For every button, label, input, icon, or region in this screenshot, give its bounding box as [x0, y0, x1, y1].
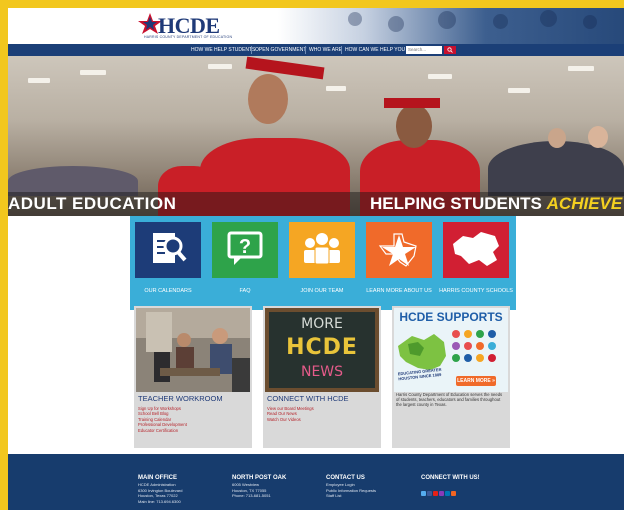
ceiling-light: [508, 88, 530, 93]
twitter-icon[interactable]: [421, 491, 426, 496]
question-bubble-icon: ?: [212, 222, 278, 278]
teacher-workroom-title[interactable]: TEACHER WORKROOM: [138, 394, 223, 403]
nav-how-can-we-help-you[interactable]: HOW CAN WE HELP YOU: [345, 44, 405, 56]
connect-with-hcde-card: MORE HCDE NEWS CONNECT WITH HCDE View ou…: [263, 306, 381, 448]
hcde-supports-infographic[interactable]: HCDE SUPPORTS EDUCATING GREATER HOUSTON …: [394, 308, 508, 392]
footer-main-office: MAIN OFFICE HCDE Administration 6300 Irv…: [138, 474, 182, 504]
ceiling-light: [28, 78, 50, 83]
connect-links: View our Board Meetings Read Our News Wa…: [267, 406, 314, 422]
footer-connect: CONNECT WITH US!: [421, 474, 480, 501]
rss-icon[interactable]: [451, 491, 456, 496]
footer-main-office-heading: MAIN OFFICE: [138, 475, 177, 481]
chalk-news: NEWS: [300, 364, 344, 380]
texas-star-icon: [366, 222, 432, 278]
search-icon: [447, 47, 453, 53]
footer-link-staff-list[interactable]: Staff List: [326, 493, 376, 499]
ceiling-light: [80, 70, 106, 75]
graduate-cap: [384, 98, 440, 108]
footer-north-post-oak-heading: NORTH POST OAK: [232, 475, 287, 481]
teacher-workroom-links: Sign Up for Workshops School Bell Blog T…: [138, 406, 187, 433]
quick-links-panel: OUR CALENDARS ? FAQ JOIN OUR TEAM LEARN …: [130, 216, 516, 310]
hcde-logo[interactable]: HCDE HARRIS COUNTY DEPARTMENT OF EDUCATI…: [136, 12, 236, 40]
audience: [488, 141, 624, 196]
chalk-more: MORE: [301, 316, 343, 332]
audience-person: [588, 126, 608, 148]
team-icon: [289, 222, 355, 278]
quick-link-calendars[interactable]: [135, 222, 201, 278]
hero-banner[interactable]: ADULT EDUCATION HELPING STUDENTS ACHIEVE: [8, 56, 624, 216]
teacher-workroom-photo[interactable]: [136, 308, 250, 392]
page: HCDE HARRIS COUNTY DEPARTMENT OF EDUCATI…: [8, 8, 624, 510]
county-map-icon: [443, 222, 509, 278]
ceiling-light: [568, 66, 594, 71]
footer-line: Phone: 713-681-5051: [232, 493, 271, 499]
nav-separator: [305, 46, 306, 54]
quick-link-join-our-team[interactable]: [289, 222, 355, 278]
footer-line: Main line: 713.694.6300: [138, 498, 181, 504]
quick-link-harris-county-schools[interactable]: [443, 222, 509, 278]
site-footer: MAIN OFFICE HCDE Administration 6300 Irv…: [8, 454, 624, 510]
nav-who-we-are[interactable]: WHO WE ARE: [309, 44, 342, 56]
quick-link-calendars-label[interactable]: OUR CALENDARS: [128, 288, 208, 295]
workroom-link-professional-development[interactable]: Professional Development: [138, 422, 187, 427]
chalk-hcde: HCDE: [286, 335, 358, 360]
svg-text:?: ?: [239, 236, 251, 258]
search-button[interactable]: [444, 46, 456, 54]
learn-more-button[interactable]: LEARN MORE »: [456, 376, 496, 386]
footer-contact-us: CONTACT US Employee Login Public Informa…: [326, 474, 376, 499]
calendar-search-icon: [135, 222, 201, 278]
hcde-supports-description: Harris County Department of Education se…: [396, 392, 503, 408]
youtube-icon[interactable]: [433, 491, 438, 496]
hero-helping-students-text: HELPING STUDENTS ACHIEVE: [370, 194, 622, 214]
nav-how-we-help-students[interactable]: HOW WE HELP STUDENTS: [191, 44, 255, 56]
hero-adult-education-text: ADULT EDUCATION: [8, 194, 177, 213]
workroom-link-certification[interactable]: Educator Certification: [138, 428, 187, 433]
chalkboard-image[interactable]: MORE HCDE NEWS: [265, 308, 379, 392]
nav-separator: [341, 46, 342, 54]
footer-contact-us-heading: CONTACT US: [326, 475, 365, 481]
nav-open-government[interactable]: OPEN GOVERNMENT: [255, 44, 306, 56]
quick-link-faq-label[interactable]: FAQ: [205, 288, 285, 295]
main-nav: HOW WE HELP STUDENTS OPEN GOVERNMENT WHO…: [8, 44, 624, 56]
hcde-supports-heading: HCDE SUPPORTS: [399, 310, 503, 324]
hero-right-text: HELPING STUDENTS: [370, 194, 542, 213]
ceiling-light: [208, 64, 232, 69]
hero-accent-text: ACHIEVE: [546, 194, 623, 213]
hcde-supports-card: HCDE SUPPORTS EDUCATING GREATER HOUSTON …: [392, 306, 510, 448]
logo-subtitle: HARRIS COUNTY DEPARTMENT OF EDUCATION: [144, 35, 233, 39]
quick-link-learn-more-label[interactable]: LEARN MORE ABOUT US: [359, 288, 439, 295]
footer-line: Houston, Texas 77022: [138, 493, 178, 499]
ceiling-light: [428, 74, 452, 79]
teacher-workroom-card: TEACHER WORKROOM Sign Up for Workshops S…: [134, 306, 252, 448]
ceiling-light: [326, 86, 346, 91]
nav-separator: [251, 46, 252, 54]
quick-link-learn-more[interactable]: [366, 222, 432, 278]
facebook-icon[interactable]: [427, 491, 432, 496]
social-icons: [421, 483, 480, 501]
instagram-icon[interactable]: [439, 491, 444, 496]
site-header: HCDE HARRIS COUNTY DEPARTMENT OF EDUCATI…: [8, 8, 624, 44]
quick-link-harris-county-schools-label[interactable]: HARRIS COUNTY SCHOOLS: [436, 288, 516, 295]
quick-link-join-our-team-label[interactable]: JOIN OUR TEAM: [282, 288, 362, 295]
graduate-cap: [245, 56, 325, 80]
connect-with-hcde-title[interactable]: CONNECT WITH HCDE: [267, 394, 349, 403]
audience-person: [548, 128, 566, 148]
header-photo-strip: [278, 8, 624, 44]
linkedin-icon[interactable]: [445, 491, 450, 496]
search-input[interactable]: [406, 46, 442, 54]
teachers-photo-illustration: [136, 308, 250, 392]
quick-link-faq[interactable]: ?: [212, 222, 278, 278]
footer-connect-heading: CONNECT WITH US!: [421, 475, 480, 481]
graduate-face: [396, 104, 432, 148]
connect-link-videos[interactable]: Watch Our Videos: [267, 417, 314, 422]
footer-north-post-oak: NORTH POST OAK 6005 Westview Houston, TX…: [232, 474, 286, 499]
graduate-face: [248, 74, 288, 124]
